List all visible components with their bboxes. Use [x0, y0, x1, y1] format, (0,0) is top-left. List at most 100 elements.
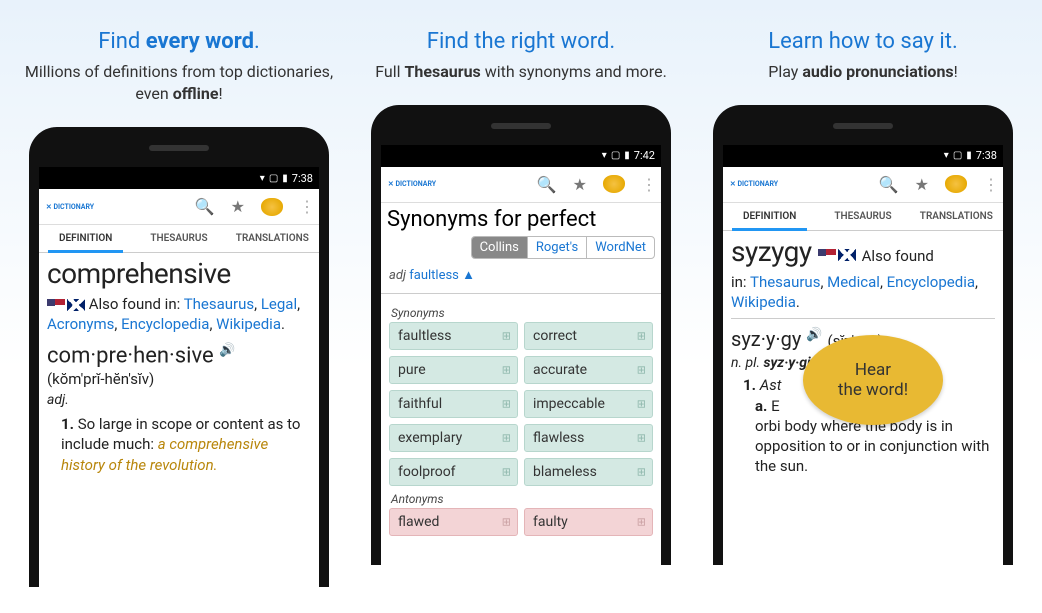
flag-icons[interactable]: [47, 299, 85, 311]
tab-translations[interactable]: TRANSLATIONS: [910, 203, 1003, 230]
antonym-pill[interactable]: flawed: [389, 508, 518, 536]
synonym-pill[interactable]: pure: [389, 356, 518, 384]
brain-icon[interactable]: [261, 198, 283, 216]
app-logo[interactable]: ✕ DICTIONARY: [45, 196, 95, 218]
flag-uk-icon[interactable]: [838, 249, 856, 261]
link-thesaurus[interactable]: Thesaurus: [750, 273, 820, 291]
link-encyclopedia[interactable]: Encyclopedia: [887, 273, 975, 291]
chip-collins[interactable]: Collins: [472, 237, 527, 258]
tab-definition[interactable]: DEFINITION: [39, 225, 132, 252]
subhead-post: !: [218, 84, 222, 103]
collapse-arrow-icon[interactable]: ▲: [462, 268, 475, 283]
synonym-pill[interactable]: faithful: [389, 390, 518, 418]
promo-panel-2: Find the right word. Full Thesaurus with…: [358, 0, 684, 613]
synonym-pill[interactable]: exemplary: [389, 424, 518, 452]
synonym-pill[interactable]: correct: [524, 322, 653, 350]
app-logo[interactable]: ✕ DICTIONARY: [387, 173, 437, 195]
flag-us-icon[interactable]: [47, 299, 65, 311]
divider: [731, 318, 995, 319]
tab-translations[interactable]: TRANSLATIONS: [226, 225, 319, 252]
flag-icons[interactable]: [818, 249, 856, 261]
overflow-menu-icon[interactable]: ⋮: [983, 175, 997, 194]
flag-us-icon[interactable]: [818, 249, 836, 261]
bubble-line-1: Hear: [855, 360, 891, 380]
subhead-strong: audio pronunciations: [802, 62, 953, 81]
flag-uk-icon[interactable]: [67, 299, 85, 311]
synonyms-label: Synonyms: [381, 300, 661, 322]
phone-mock: ▾ ▢ ▮ 7:38 ✕ DICTIONARY 🔍 ★ ⋮ DEFINITION…: [713, 105, 1013, 565]
star-icon[interactable]: ★: [573, 175, 587, 194]
synonym-pill[interactable]: faultless: [389, 322, 518, 350]
battery-icon: ▮: [966, 150, 972, 161]
phone-screen: ▾ ▢ ▮ 7:38 ✕ DICTIONARY 🔍 ★ ⋮ DEFINITION…: [39, 167, 319, 587]
subhead-strong: offline: [173, 84, 219, 103]
tab-thesaurus[interactable]: THESAURUS: [816, 203, 909, 230]
def-frag-orb: orbi: [755, 417, 781, 435]
chip-rogets[interactable]: Roget's: [527, 237, 586, 258]
def-text-tail: body where the body is in opposition to …: [755, 417, 989, 476]
synonym-pill[interactable]: impeccable: [524, 390, 653, 418]
headword: comprehensive: [47, 259, 311, 290]
overflow-menu-icon[interactable]: ⋮: [641, 175, 655, 194]
content-tabs: DEFINITION THESAURUS TRANSLATIONS: [39, 225, 319, 253]
synonym-pill[interactable]: blameless: [524, 458, 653, 486]
subdef-label: a.: [755, 397, 767, 415]
star-icon[interactable]: ★: [231, 197, 245, 216]
part-of-speech: adj.: [47, 392, 311, 408]
android-statusbar: ▾ ▢ ▮ 7:38: [723, 145, 1003, 167]
headline-post: .: [254, 29, 260, 54]
antonyms-label: Antonyms: [381, 486, 661, 508]
audio-icon[interactable]: 🔊: [806, 328, 822, 343]
phone-mock: ▾ ▢ ▮ 7:42 ✕ DICTIONARY 🔍 ★ ⋮ Synonyms f…: [371, 105, 671, 565]
also-found-block: in: Thesaurus, Medical, Encyclopedia, Wi…: [731, 272, 995, 313]
sense-row[interactable]: adj faultless ▲: [381, 263, 661, 287]
link-wikipedia[interactable]: Wikipedia: [216, 315, 281, 333]
link-legal[interactable]: Legal: [261, 295, 297, 313]
def-domain-label: Ast: [760, 376, 782, 394]
definition-1: 1. So large in scope or content as to in…: [47, 414, 311, 475]
content-tabs: DEFINITION THESAURUS TRANSLATIONS: [723, 203, 1003, 231]
signal-icon: ▾: [944, 150, 949, 161]
sense-word: faultless: [409, 268, 459, 283]
overflow-menu-icon[interactable]: ⋮: [299, 197, 313, 216]
search-icon[interactable]: 🔍: [195, 197, 215, 216]
also-found-label-inline: Also found: [862, 247, 934, 265]
headline-pre: Find: [98, 29, 146, 54]
synonym-grid: faultless correct pure accurate faithful…: [381, 322, 661, 486]
antonym-pill[interactable]: faulty: [524, 508, 653, 536]
link-medical[interactable]: Medical: [827, 273, 880, 291]
card-icon: ▢: [269, 173, 278, 184]
synonym-pill[interactable]: flawless: [524, 424, 653, 452]
phone-screen: ▾ ▢ ▮ 7:42 ✕ DICTIONARY 🔍 ★ ⋮ Synonyms f…: [381, 145, 661, 565]
audio-icon[interactable]: 🔊: [219, 343, 235, 358]
star-icon[interactable]: ★: [915, 175, 929, 194]
statusbar-time: 7:42: [634, 149, 655, 162]
link-wikipedia[interactable]: Wikipedia: [731, 293, 796, 311]
def-num: 1.: [61, 415, 74, 433]
headline: Find every word.: [98, 28, 260, 57]
headline-strong: every word: [146, 29, 254, 54]
android-statusbar: ▾ ▢ ▮ 7:42: [381, 145, 661, 167]
brain-icon[interactable]: [945, 175, 967, 193]
subheadline: Millions of definitions from top diction…: [16, 61, 342, 106]
link-encyclopedia[interactable]: Encyclopedia: [121, 315, 209, 333]
app-toolbar: ✕ DICTIONARY 🔍 ★ ⋮: [39, 189, 319, 225]
tab-thesaurus[interactable]: THESAURUS: [132, 225, 225, 252]
bubble-line-2: the word!: [838, 380, 908, 400]
search-icon[interactable]: 🔍: [879, 175, 899, 194]
link-thesaurus[interactable]: Thesaurus: [184, 295, 254, 313]
chip-wordnet[interactable]: WordNet: [586, 237, 654, 258]
app-logo[interactable]: ✕ DICTIONARY: [729, 173, 779, 195]
card-icon: ▢: [611, 150, 620, 161]
pronunciation: (kŏm′prĭ-hĕn′sĭv): [47, 370, 311, 388]
battery-icon: ▮: [624, 150, 630, 161]
phone-mock: ▾ ▢ ▮ 7:38 ✕ DICTIONARY 🔍 ★ ⋮ DEFINITION…: [29, 127, 329, 587]
synonyms-title: Synonyms for perfect: [381, 203, 661, 234]
synonym-pill[interactable]: foolproof: [389, 458, 518, 486]
brain-icon[interactable]: [603, 175, 625, 193]
callout-bubble: Hear the word!: [803, 335, 943, 425]
tab-definition[interactable]: DEFINITION: [723, 203, 816, 230]
synonym-pill[interactable]: accurate: [524, 356, 653, 384]
link-acronyms[interactable]: Acronyms: [47, 315, 114, 333]
search-icon[interactable]: 🔍: [537, 175, 557, 194]
